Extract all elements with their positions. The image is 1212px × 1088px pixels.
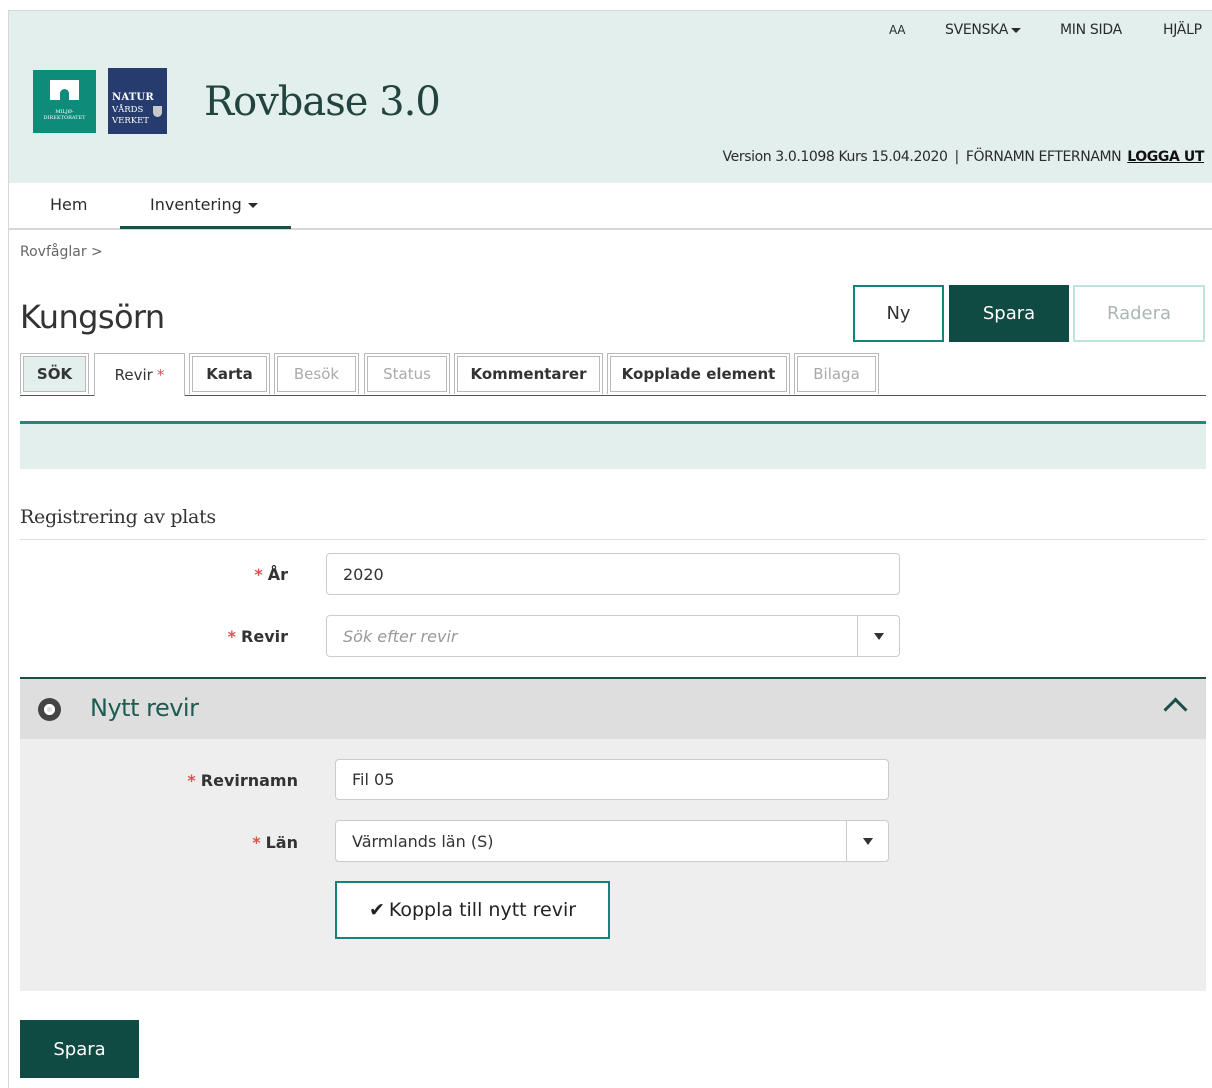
logo-right-line-2: VÅRDS: [112, 105, 144, 115]
version-text: Version 3.0.1098 Kurs 15.04.2020: [722, 149, 948, 165]
revir-placeholder: Sök efter revir: [343, 626, 458, 646]
section-title: Registrering av plats: [20, 506, 216, 528]
text-size-link[interactable]: AA: [889, 23, 905, 37]
tab-bilaga[interactable]: Bilaga: [794, 353, 879, 394]
tab-revir[interactable]: Revir *: [94, 353, 185, 396]
my-page-link[interactable]: MIN SIDA: [1060, 22, 1122, 38]
panel-header[interactable]: Nytt revir: [20, 679, 1206, 739]
new-button[interactable]: Ny: [853, 285, 944, 342]
lan-select[interactable]: Värmlands län (S): [335, 820, 889, 862]
year-label: * År: [180, 565, 288, 584]
tab-kopplade-element[interactable]: Kopplade element: [607, 353, 790, 394]
chevron-up-icon[interactable]: [1163, 697, 1188, 722]
logo-left-line-2: DIREKTORATET: [43, 115, 86, 121]
connect-new-revir-button[interactable]: ✔ Koppla till nytt revir: [335, 881, 610, 939]
caret-down-icon: [247, 203, 258, 208]
language-menu[interactable]: SVENSKA: [945, 22, 1022, 38]
connect-button-label: Koppla till nytt revir: [388, 899, 577, 921]
year-input[interactable]: 2020: [326, 553, 900, 595]
required-marker: *: [227, 627, 237, 646]
nav-active-indicator: [120, 226, 291, 229]
naturvardsverket-logo[interactable]: NATUR VÅRDS VERKET: [108, 68, 167, 134]
separator: |: [954, 149, 960, 165]
check-icon: ✔: [368, 899, 385, 921]
version-user-bar: Version 3.0.1098 Kurs 15.04.2020 | FÖRNAMN…: [722, 149, 1205, 165]
help-link[interactable]: HJÄLP: [1163, 22, 1202, 38]
tab-kommentarer[interactable]: Kommentarer: [454, 353, 603, 394]
panel-title: Nytt revir: [90, 694, 199, 722]
info-band: [20, 424, 1206, 469]
lan-label: * Län: [150, 833, 298, 852]
site-title[interactable]: Rovbase 3.0: [204, 79, 441, 125]
lan-value: Värmlands län (S): [352, 831, 494, 851]
breadcrumb[interactable]: Rovfåglar >: [20, 244, 103, 260]
miljodirektoratet-logo[interactable]: MILJØ- DIREKTORATET: [33, 70, 96, 133]
tab-karta[interactable]: Karta: [189, 353, 270, 394]
dropdown-arrow-icon[interactable]: [857, 616, 899, 656]
nav-inventory-label: Inventering: [150, 195, 242, 214]
year-label-text: År: [267, 565, 288, 584]
nav-home[interactable]: Hem: [50, 195, 87, 214]
nav-inventory[interactable]: Inventering: [150, 195, 258, 214]
tab-besok[interactable]: Besök: [274, 353, 359, 394]
user-name: FÖRNAMN EFTERNAMN: [965, 149, 1122, 165]
revirnamn-label: * Revirnamn: [150, 771, 298, 790]
save-button-bottom[interactable]: Spara: [20, 1020, 139, 1078]
required-marker: *: [156, 366, 165, 384]
required-marker: *: [252, 833, 261, 852]
revir-select[interactable]: Sök efter revir: [326, 615, 900, 657]
shield-icon: [153, 106, 162, 117]
dropdown-arrow-icon[interactable]: [846, 821, 888, 861]
tab-sok[interactable]: SÖK: [20, 353, 89, 394]
language-label: SVENSKA: [945, 22, 1009, 38]
tab-bar-line: [20, 395, 1206, 396]
logo-right-line-3: VERKET: [112, 116, 149, 126]
logout-link[interactable]: LOGGA UT: [1127, 149, 1204, 165]
revir-label-text: Revir: [241, 627, 288, 646]
section-divider: [20, 539, 1206, 540]
caret-down-icon: [1011, 27, 1022, 33]
lan-label-text: Län: [265, 833, 298, 852]
book-icon: [50, 80, 79, 100]
gear-icon: [38, 698, 61, 721]
revir-label: * Revir: [180, 627, 288, 646]
tab-status[interactable]: Status: [364, 353, 450, 394]
page-title: Kungsörn: [20, 298, 165, 336]
revirnamn-label-text: Revirnamn: [200, 771, 298, 790]
required-marker: *: [254, 565, 263, 584]
logo-right-line-1: NATUR: [112, 92, 154, 103]
tab-revir-label: Revir: [114, 366, 153, 384]
save-button[interactable]: Spara: [949, 285, 1069, 342]
delete-button[interactable]: Radera: [1073, 285, 1205, 342]
required-marker: *: [187, 771, 196, 790]
revirnamn-input[interactable]: Fil 05: [335, 759, 889, 800]
